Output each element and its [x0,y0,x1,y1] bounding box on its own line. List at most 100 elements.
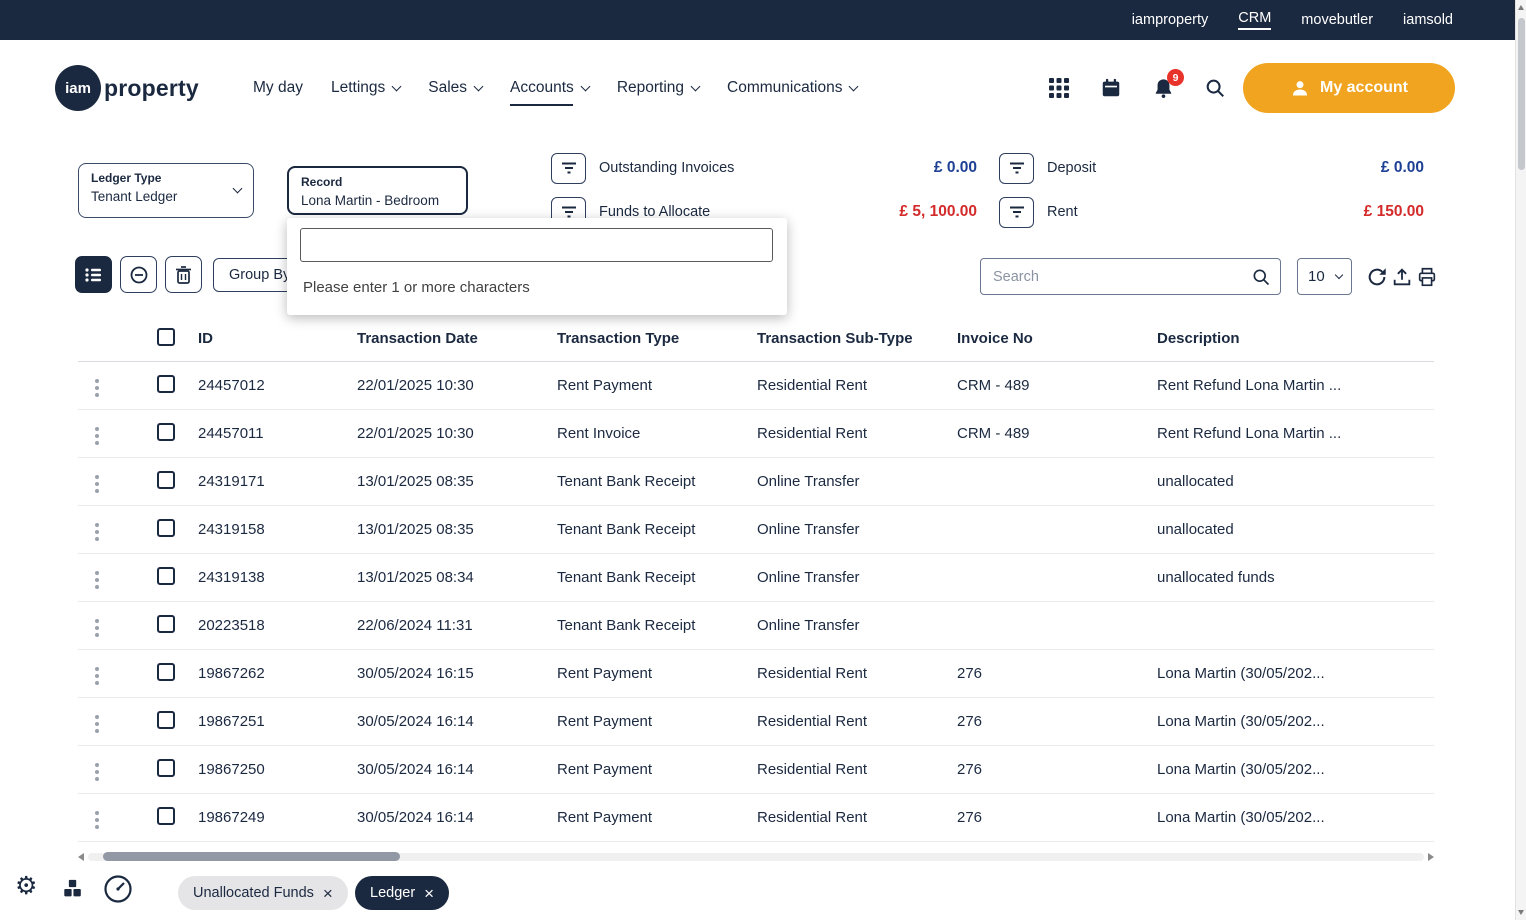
table-row[interactable]: 24457011 22/01/2025 10:30 Rent Invoice R… [78,410,1434,458]
search-icon[interactable] [1251,267,1271,287]
tab-unallocated-funds[interactable]: Unallocated Funds × [178,876,348,910]
cubes-icon[interactable] [62,878,84,903]
cell-id: 24457011 [198,425,264,442]
select-all-checkbox[interactable] [157,327,175,346]
cell-transaction-date: 30/05/2024 16:15 [357,665,474,682]
column-header-id[interactable]: ID [198,330,357,347]
record-combobox[interactable]: Record Lona Martin - Bedroom [287,166,468,215]
my-account-button[interactable]: My account [1243,63,1455,113]
row-menu-icon[interactable] [91,519,103,545]
topbar-link-iamproperty[interactable]: iamproperty [1132,12,1209,28]
table-row[interactable]: 19867249 30/05/2024 16:14 Rent Payment R… [78,794,1434,842]
notifications-bell-icon[interactable]: 9 [1150,69,1184,101]
scroll-right-arrow[interactable] [1428,853,1434,861]
refresh-icon[interactable] [1366,266,1388,288]
ledger-type-select[interactable]: Ledger Type Tenant Ledger [78,163,254,218]
row-menu-icon[interactable] [91,615,103,641]
filter-icon[interactable] [999,196,1034,228]
page-size-select[interactable]: 10 [1297,258,1352,295]
scroll-left-arrow[interactable] [78,853,84,861]
row-checkbox[interactable] [157,614,175,633]
exclude-button[interactable] [120,256,157,293]
nav-communications[interactable]: Communications [727,79,859,97]
chevron-down-icon [1334,270,1344,279]
table-row[interactable]: 20223518 22/06/2024 11:31 Tenant Bank Re… [78,602,1434,650]
row-checkbox[interactable] [157,566,175,585]
nav-sales[interactable]: Sales [428,79,484,97]
cell-transaction-sub-type: Residential Rent [757,713,868,730]
topbar-link-iamsold[interactable]: iamsold [1403,12,1453,28]
row-menu-icon[interactable] [91,663,103,689]
table-row[interactable]: 19867262 30/05/2024 16:15 Rent Payment R… [78,650,1434,698]
cell-transaction-date: 13/01/2025 08:35 [357,473,474,490]
nav-lettings[interactable]: Lettings [331,79,402,97]
gear-icon[interactable]: ⚙ [15,874,37,899]
cell-id: 19867249 [198,809,265,826]
delete-button[interactable] [165,256,202,293]
vertical-scroll-thumb[interactable] [1517,18,1525,170]
app-header: iam property My day Lettings Sales Accou… [0,40,1515,136]
table-search-input[interactable] [981,259,1280,294]
row-checkbox[interactable] [157,470,175,489]
chevron-down-icon [391,81,402,91]
row-menu-icon[interactable] [91,471,103,497]
record-dropdown: Please enter 1 or more characters [287,218,787,315]
print-icon[interactable] [1416,266,1438,288]
topbar-link-movebutler[interactable]: movebutler [1301,12,1373,28]
topbar-link-crm[interactable]: CRM [1238,10,1272,30]
table-row[interactable]: 24319158 13/01/2025 08:35 Tenant Bank Re… [78,506,1434,554]
row-menu-icon[interactable] [91,423,103,449]
cell-description: Lona Martin (30/05/202... [1157,713,1325,730]
row-checkbox[interactable] [157,422,175,441]
table-row[interactable]: 24319171 13/01/2025 08:35 Tenant Bank Re… [78,458,1434,506]
filter-icon[interactable] [999,152,1034,184]
scroll-down-arrow[interactable] [1518,910,1524,915]
row-checkbox[interactable] [157,662,175,681]
row-menu-icon[interactable] [91,711,103,737]
nav-accounts[interactable]: Accounts [510,79,591,106]
table-row[interactable]: 19867251 30/05/2024 16:14 Rent Payment R… [78,698,1434,746]
row-menu-icon[interactable] [91,375,103,401]
stat-value: £ 0.00 [1380,159,1424,176]
table-row[interactable]: 24457012 22/01/2025 10:30 Rent Payment R… [78,362,1434,410]
horizontal-scroll-thumb[interactable] [103,852,400,861]
vertical-scrollbar[interactable] [1515,0,1526,920]
record-search-input[interactable] [300,228,773,262]
tab-ledger[interactable]: Ledger × [355,876,450,910]
row-menu-icon[interactable] [91,759,103,785]
list-view-button[interactable] [75,256,112,293]
horizontal-scrollbar[interactable] [78,851,1434,863]
row-checkbox[interactable] [157,758,175,777]
row-checkbox[interactable] [157,806,175,825]
search-icon[interactable] [1202,75,1228,101]
table-row[interactable]: 19867250 30/05/2024 16:14 Rent Payment R… [78,746,1434,794]
filter-icon[interactable] [551,152,586,184]
stat-deposit: Deposit £ 0.00 [999,152,1424,184]
stat-outstanding-invoices: Outstanding Invoices £ 0.00 [551,152,977,184]
column-header-invoice-no[interactable]: Invoice No [957,330,1157,347]
nav-reporting[interactable]: Reporting [617,79,701,97]
export-icon[interactable] [1391,266,1413,288]
column-header-description[interactable]: Description [1157,330,1434,347]
column-header-transaction-date[interactable]: Transaction Date [357,330,557,347]
table-row[interactable]: 24319138 13/01/2025 08:34 Tenant Bank Re… [78,554,1434,602]
row-menu-icon[interactable] [91,567,103,593]
record-value: Lona Martin - Bedroom [301,193,440,208]
column-header-transaction-sub-type[interactable]: Transaction Sub-Type [757,330,957,347]
iamproperty-logo[interactable]: iam property [55,40,199,136]
cell-description: unallocated funds [1157,569,1275,586]
row-checkbox[interactable] [157,710,175,729]
column-header-transaction-type[interactable]: Transaction Type [557,330,757,347]
table-body: 24457012 22/01/2025 10:30 Rent Payment R… [78,362,1434,842]
close-icon[interactable]: × [424,885,434,902]
close-icon[interactable]: × [323,885,333,902]
row-checkbox[interactable] [157,374,175,393]
row-menu-icon[interactable] [91,807,103,833]
table-header-row: ID Transaction Date Transaction Type Tra… [78,316,1434,362]
apps-grid-icon[interactable] [1046,75,1072,101]
row-checkbox[interactable] [157,518,175,537]
nav-my-day[interactable]: My day [253,79,303,97]
scroll-up-arrow[interactable] [1518,5,1524,10]
gauge-icon[interactable] [103,874,133,907]
calendar-icon[interactable] [1098,75,1124,101]
